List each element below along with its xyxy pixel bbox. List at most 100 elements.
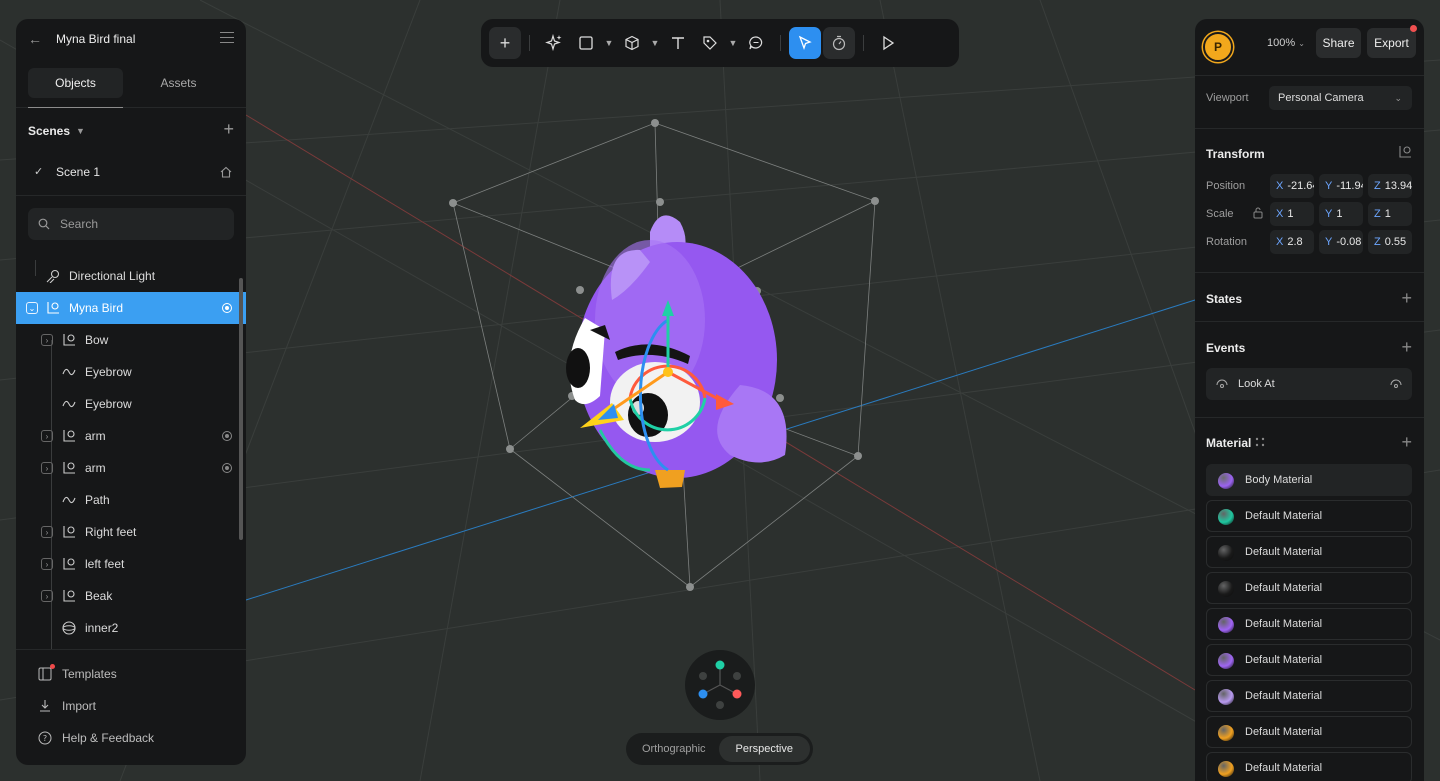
visibility-toggle-icon[interactable] (222, 431, 232, 441)
home-icon[interactable] (220, 166, 232, 178)
panel-tabs: Objects Assets (16, 59, 246, 108)
tab-objects[interactable]: Objects (28, 68, 123, 108)
grid-dots-icon[interactable] (1255, 437, 1265, 447)
chevron-down-icon[interactable]: ▼ (76, 126, 85, 136)
layer-item-myna-bird[interactable]: ⌄ Myna Bird (16, 292, 246, 324)
search-icon (38, 218, 50, 230)
help-feedback-link[interactable]: ? Help & Feedback (16, 722, 246, 754)
material-item[interactable]: Default Material (1206, 536, 1412, 568)
add-state-icon[interactable]: + (1401, 289, 1412, 307)
visibility-toggle-icon[interactable] (222, 303, 232, 313)
collapse-chevron-icon[interactable]: ⌄ (26, 302, 38, 314)
back-arrow-icon[interactable]: ← (28, 31, 44, 47)
share-button[interactable]: Share (1316, 28, 1361, 58)
scenes-label[interactable]: Scenes (28, 124, 70, 138)
select-tool-button[interactable] (789, 27, 821, 59)
layer-item-arm[interactable]: › arm (16, 452, 246, 484)
eye-icon[interactable] (1390, 378, 1402, 390)
chevron-down-icon[interactable]: ▼ (726, 38, 740, 48)
add-material-icon[interactable]: + (1401, 433, 1412, 451)
layer-item-eyebrow[interactable]: Eyebrow (16, 388, 246, 420)
material-item[interactable]: Default Material (1206, 752, 1412, 781)
value: 1 (1336, 208, 1343, 220)
layer-item-right-feet[interactable]: › Right feet (16, 516, 246, 548)
add-event-icon[interactable]: + (1401, 338, 1412, 356)
pen-tool-button[interactable] (694, 27, 726, 59)
orthographic-option[interactable]: Orthographic (629, 736, 719, 762)
expand-chevron-icon[interactable]: › (41, 462, 53, 474)
transform-origin-icon[interactable] (1398, 145, 1412, 159)
viewport-select[interactable]: Personal Camera ⌄ (1269, 86, 1412, 110)
event-item-look-at[interactable]: Look At (1206, 368, 1412, 400)
axis-gizmo-icon[interactable] (685, 650, 755, 720)
chevron-down-icon[interactable]: ▼ (648, 38, 662, 48)
export-button[interactable]: Export (1367, 28, 1416, 58)
position-x-field[interactable]: X-21.64 (1270, 174, 1314, 198)
animation-tool-button[interactable] (823, 27, 855, 59)
layers-scrollbar[interactable] (239, 278, 243, 540)
material-item[interactable]: Default Material (1206, 680, 1412, 712)
scale-x-field[interactable]: X1 (1270, 202, 1314, 226)
material-item[interactable]: Default Material (1206, 644, 1412, 676)
material-item[interactable]: Default Material (1206, 716, 1412, 748)
properties-panel: P 100% ⌄ Share Export Viewport Personal … (1195, 19, 1424, 781)
layer-item-arm[interactable]: › arm (16, 420, 246, 452)
comment-tool-button[interactable] (740, 27, 772, 59)
layer-item-beak[interactable]: › Beak (16, 580, 246, 612)
expand-chevron-icon[interactable]: › (41, 590, 53, 602)
material-item[interactable]: Default Material (1206, 500, 1412, 532)
rotation-x-field[interactable]: X 2.8 (1270, 230, 1314, 254)
play-button[interactable] (872, 27, 904, 59)
text-tool-button[interactable] (662, 27, 694, 59)
layer-item-eyebrow[interactable]: Eyebrow (16, 356, 246, 388)
chevron-down-icon[interactable]: ▼ (602, 38, 616, 48)
layer-name: Myna Bird (69, 301, 124, 315)
material-swatch (1218, 761, 1234, 777)
avatar[interactable]: P (1203, 32, 1233, 62)
add-button[interactable]: + (489, 27, 521, 59)
layer-name: Beak (85, 589, 113, 603)
position-z-field[interactable]: Z 13.94 (1368, 174, 1412, 198)
add-scene-icon[interactable]: + (223, 120, 234, 138)
material-swatch (1218, 509, 1234, 525)
search-input[interactable]: Search (28, 208, 234, 240)
rotation-z-field[interactable]: Z 0.55 (1368, 230, 1412, 254)
group-icon (63, 430, 75, 442)
scene-item[interactable]: ✓ Scene 1 (16, 154, 246, 196)
layer-item-inner2[interactable]: inner2 (16, 612, 246, 644)
rectangle-tool-button[interactable] (570, 27, 602, 59)
top-toolbar: + ▼ ▼ ▼ (481, 19, 959, 67)
visibility-toggle-icon[interactable] (222, 463, 232, 473)
group-icon (63, 526, 75, 538)
layer-item-bow[interactable]: › Bow (16, 324, 246, 356)
scale-z-field[interactable]: Z1 (1368, 202, 1412, 226)
expand-chevron-icon[interactable]: › (41, 526, 53, 538)
position-y-field[interactable]: Y-11.94 (1319, 174, 1363, 198)
layer-item-left-feet[interactable]: › left feet (16, 548, 246, 580)
material-item[interactable]: Default Material (1206, 608, 1412, 640)
templates-link[interactable]: Templates (16, 658, 246, 690)
orientation-gizmo[interactable] (685, 650, 755, 720)
import-icon (38, 699, 52, 713)
material-item[interactable]: Body Material (1206, 464, 1412, 496)
group-icon (47, 302, 59, 314)
axis-label: X (1276, 208, 1284, 220)
expand-chevron-icon[interactable]: › (41, 430, 53, 442)
import-link[interactable]: Import (16, 690, 246, 722)
zoom-dropdown[interactable]: 100% ⌄ (1267, 37, 1305, 49)
expand-chevron-icon[interactable]: › (41, 558, 53, 570)
expand-chevron-icon[interactable]: › (41, 334, 53, 346)
hamburger-menu-icon[interactable] (220, 32, 234, 44)
object-tool-button[interactable] (616, 27, 648, 59)
material-label: Default Material (1245, 726, 1323, 738)
layer-item-directional-light[interactable]: Directional Light (16, 260, 246, 292)
perspective-option[interactable]: Perspective (718, 736, 810, 762)
ai-tool-button[interactable] (538, 27, 570, 59)
rotation-y-field[interactable]: Y -0.08 (1319, 230, 1363, 254)
project-title[interactable]: Myna Bird final (56, 32, 135, 46)
material-item[interactable]: Default Material (1206, 572, 1412, 604)
tab-assets[interactable]: Assets (131, 68, 226, 98)
lock-icon[interactable] (1252, 207, 1264, 219)
layer-item-path[interactable]: Path (16, 484, 246, 516)
scale-y-field[interactable]: Y1 (1319, 202, 1363, 226)
